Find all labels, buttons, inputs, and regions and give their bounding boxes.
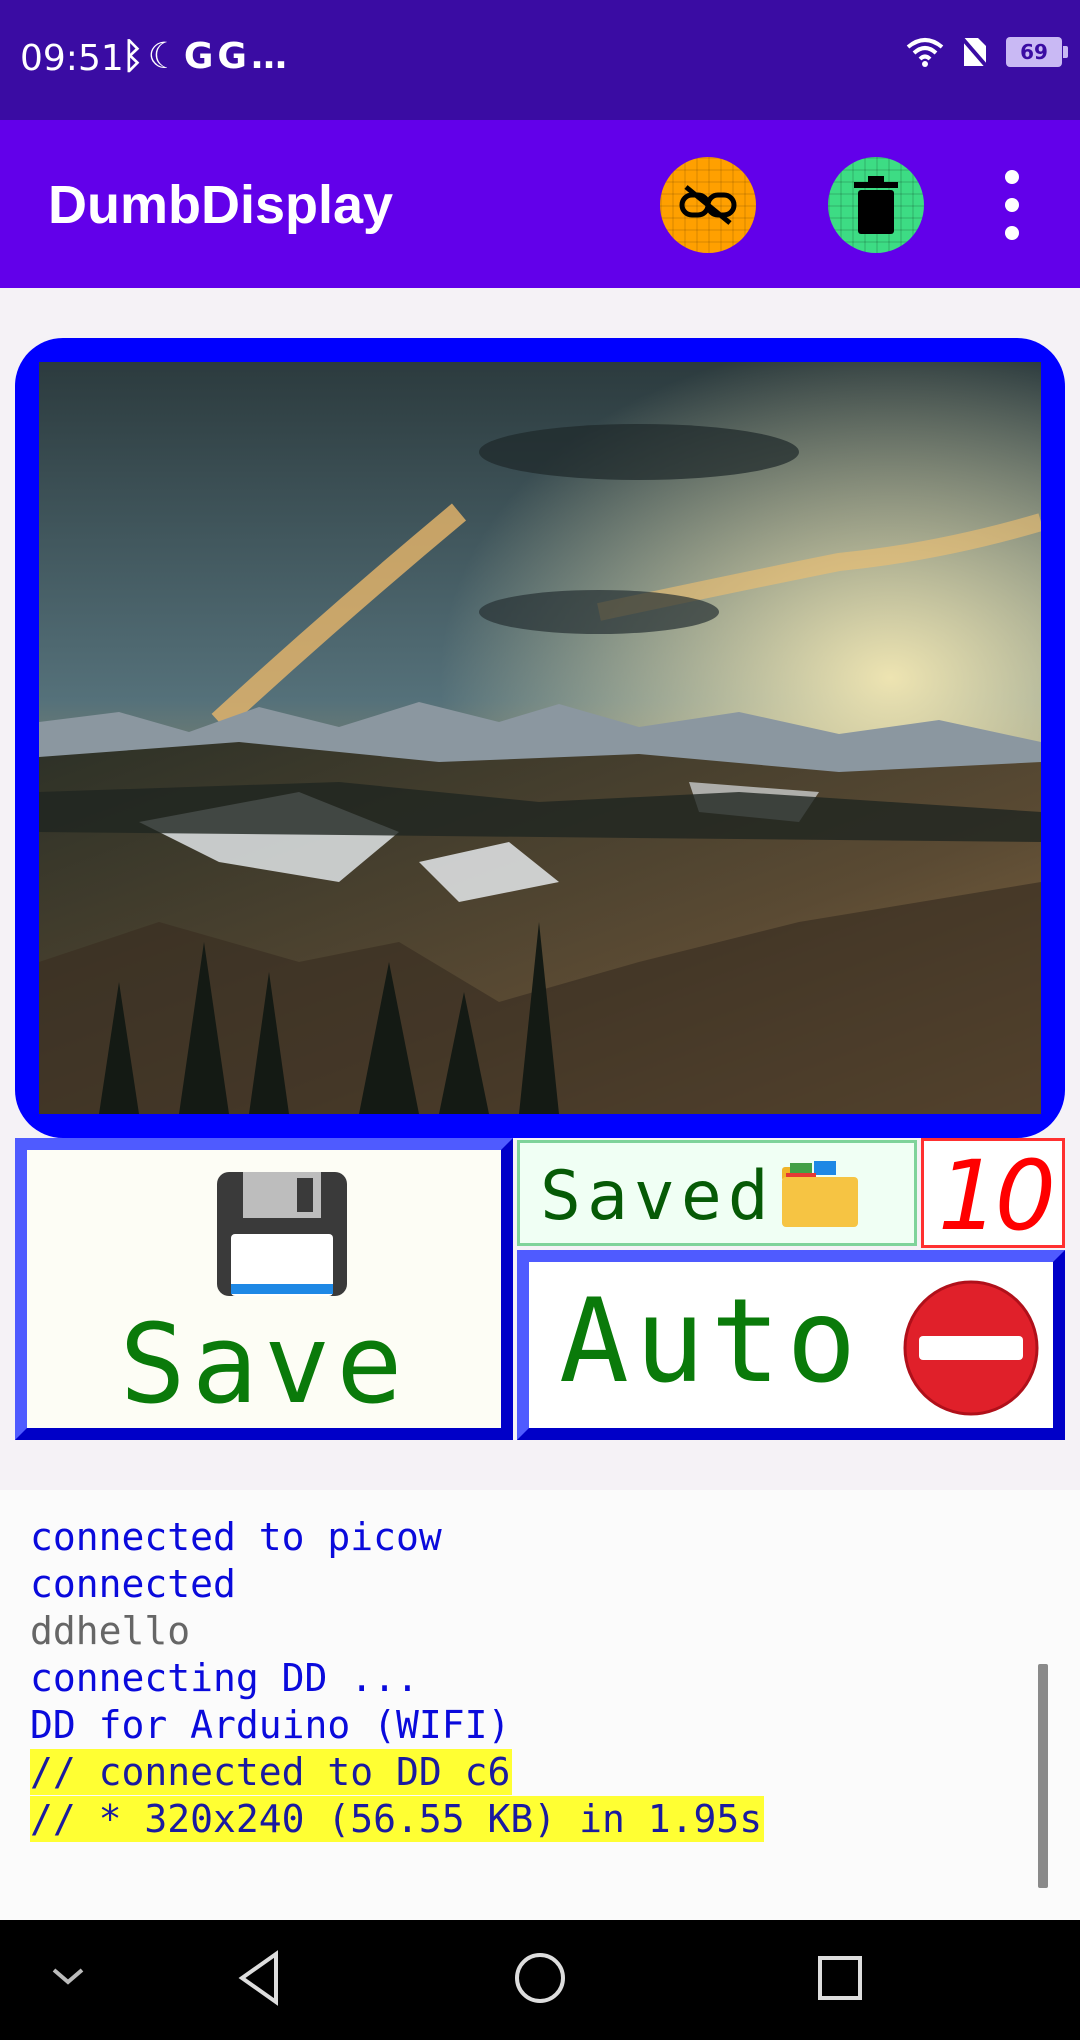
status-bar: 09:51 ᛒ☾GG… 69 bbox=[0, 0, 1080, 120]
log-line: connecting DD ... bbox=[30, 1656, 419, 1700]
notification-icons: ᛒ☾GG… bbox=[122, 36, 291, 77]
overflow-menu-icon[interactable] bbox=[992, 170, 1032, 240]
trash-icon bbox=[854, 176, 898, 234]
folder-icon bbox=[782, 1161, 858, 1227]
saved-status: Saved bbox=[517, 1140, 917, 1246]
collapse-icon[interactable] bbox=[50, 1964, 86, 1988]
no-entry-icon bbox=[903, 1280, 1039, 1416]
unlink-button[interactable] bbox=[660, 157, 756, 253]
floppy-disk-icon bbox=[217, 1172, 347, 1296]
saved-label: Saved bbox=[540, 1157, 775, 1236]
log-panel[interactable]: connected to picow connected ddhello con… bbox=[0, 1490, 1080, 1920]
home-icon[interactable] bbox=[512, 1950, 568, 2006]
back-icon[interactable] bbox=[236, 1950, 282, 2006]
log-line: DD for Arduino (WIFI) bbox=[30, 1703, 511, 1747]
save-label: Save bbox=[119, 1300, 409, 1428]
log-line-highlight: // connected to DD c6 bbox=[30, 1749, 513, 1795]
status-right-icons: 69 bbox=[906, 36, 1068, 68]
log-line: connected to picow bbox=[30, 1515, 442, 1559]
app-bar: DumbDisplay bbox=[0, 120, 1080, 288]
counter-display: 10 bbox=[921, 1138, 1065, 1252]
landscape-image bbox=[39, 362, 1041, 1114]
no-sim-icon bbox=[962, 36, 988, 68]
log-line: connected bbox=[30, 1562, 236, 1606]
save-button[interactable]: Save bbox=[15, 1138, 513, 1440]
navigation-bar bbox=[0, 1920, 1080, 2040]
battery-icon: 69 bbox=[1006, 37, 1068, 67]
unlink-icon bbox=[679, 185, 737, 225]
auto-label: Auto bbox=[559, 1274, 863, 1409]
image-display-frame bbox=[15, 338, 1065, 1138]
app-title: DumbDisplay bbox=[48, 175, 394, 235]
wifi-icon bbox=[906, 38, 944, 67]
counter-value: 10 bbox=[937, 1140, 1056, 1252]
trash-button[interactable] bbox=[828, 157, 924, 253]
status-time: 09:51 bbox=[20, 38, 124, 79]
log-line: ddhello bbox=[30, 1609, 191, 1653]
auto-button[interactable]: Auto bbox=[517, 1250, 1065, 1440]
log-line-highlight: // * 320x240 (56.55 KB) in 1.95s bbox=[30, 1796, 765, 1842]
recents-icon[interactable] bbox=[816, 1954, 864, 2002]
log-scrollbar[interactable] bbox=[1038, 1664, 1048, 1888]
